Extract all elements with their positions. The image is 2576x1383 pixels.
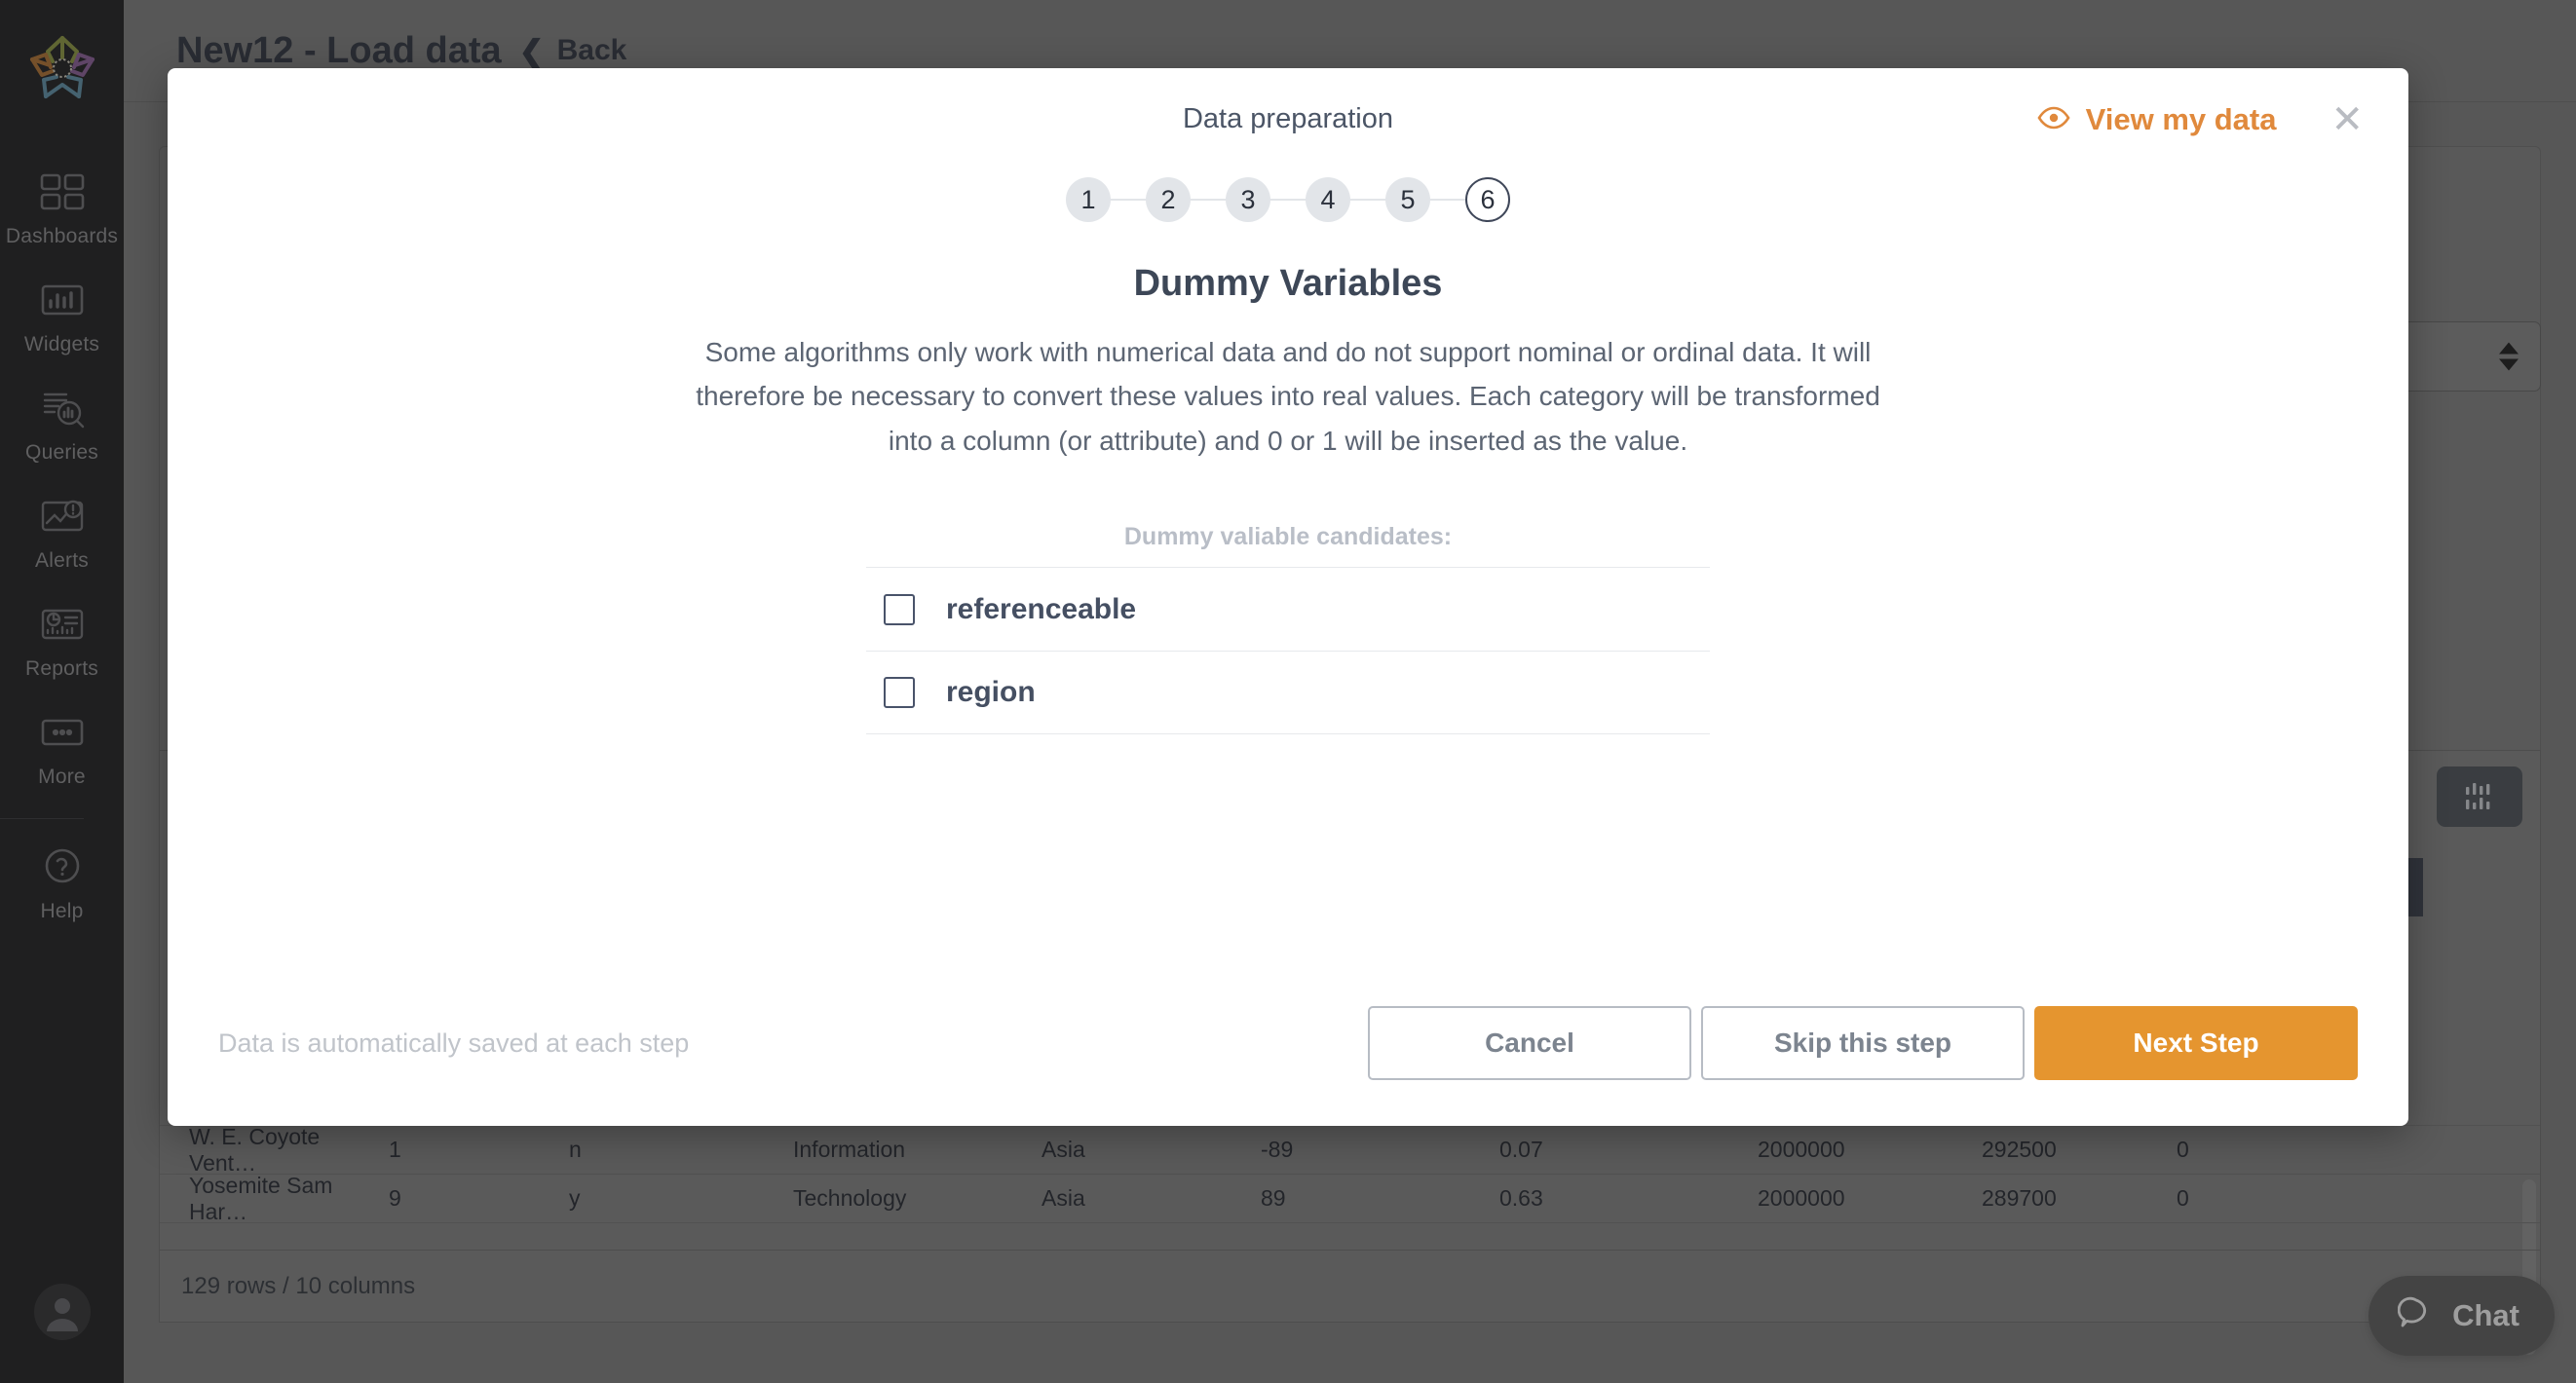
candidates-label: Dummy valiable candidates: xyxy=(1123,523,1453,551)
step-indicator: 1 2 3 4 5 6 xyxy=(168,177,2408,222)
modal-footer: Data is automatically saved at each step… xyxy=(168,960,2408,1126)
modal-header-actions: View my data ✕ xyxy=(2037,100,2364,139)
candidate-label: referenceable xyxy=(946,592,1137,625)
close-icon[interactable]: ✕ xyxy=(2330,100,2364,139)
modal-description: Some algorithms only work with numerical… xyxy=(696,337,1880,456)
candidate-row-referenceable[interactable]: referenceable xyxy=(866,567,1710,651)
next-step-button[interactable]: Next Step xyxy=(2034,1006,2358,1080)
step-connector xyxy=(1430,199,1465,201)
step-connector xyxy=(1191,199,1226,201)
step-connector xyxy=(1350,199,1385,201)
step-connector xyxy=(1111,199,1146,201)
autosave-note: Data is automatically saved at each step xyxy=(218,1028,690,1058)
view-my-data-label: View my data xyxy=(2085,102,2277,136)
eye-icon xyxy=(2037,106,2070,134)
modal-header: Data preparation View my data ✕ xyxy=(168,68,2408,162)
step-4[interactable]: 4 xyxy=(1306,177,1350,222)
step-3[interactable]: 3 xyxy=(1226,177,1270,222)
candidate-label: region xyxy=(946,676,1036,709)
data-preparation-modal: Data preparation View my data ✕ 1 2 3 4 … xyxy=(168,68,2408,1126)
skip-step-button[interactable]: Skip this step xyxy=(1701,1006,2025,1080)
candidate-checkbox[interactable] xyxy=(884,593,915,625)
step-5[interactable]: 5 xyxy=(1385,177,1430,222)
candidate-checkbox[interactable] xyxy=(884,677,915,709)
step-1[interactable]: 1 xyxy=(1066,177,1111,222)
app-root: Dashboards Widgets Queries Alerts Report… xyxy=(0,0,2576,1383)
step-6-active[interactable]: 6 xyxy=(1465,177,1510,222)
view-my-data-button[interactable]: View my data xyxy=(2037,102,2277,137)
cancel-button[interactable]: Cancel xyxy=(1368,1006,1691,1080)
step-2[interactable]: 2 xyxy=(1146,177,1191,222)
footer-buttons: Cancel Skip this step Next Step xyxy=(1368,1006,2358,1080)
modal-title: Dummy Variables xyxy=(1133,263,1443,304)
step-connector xyxy=(1270,199,1306,201)
dummy-candidates-list: Dummy valiable candidates: referenceable… xyxy=(866,523,1710,735)
candidate-row-region[interactable]: region xyxy=(866,651,1710,735)
